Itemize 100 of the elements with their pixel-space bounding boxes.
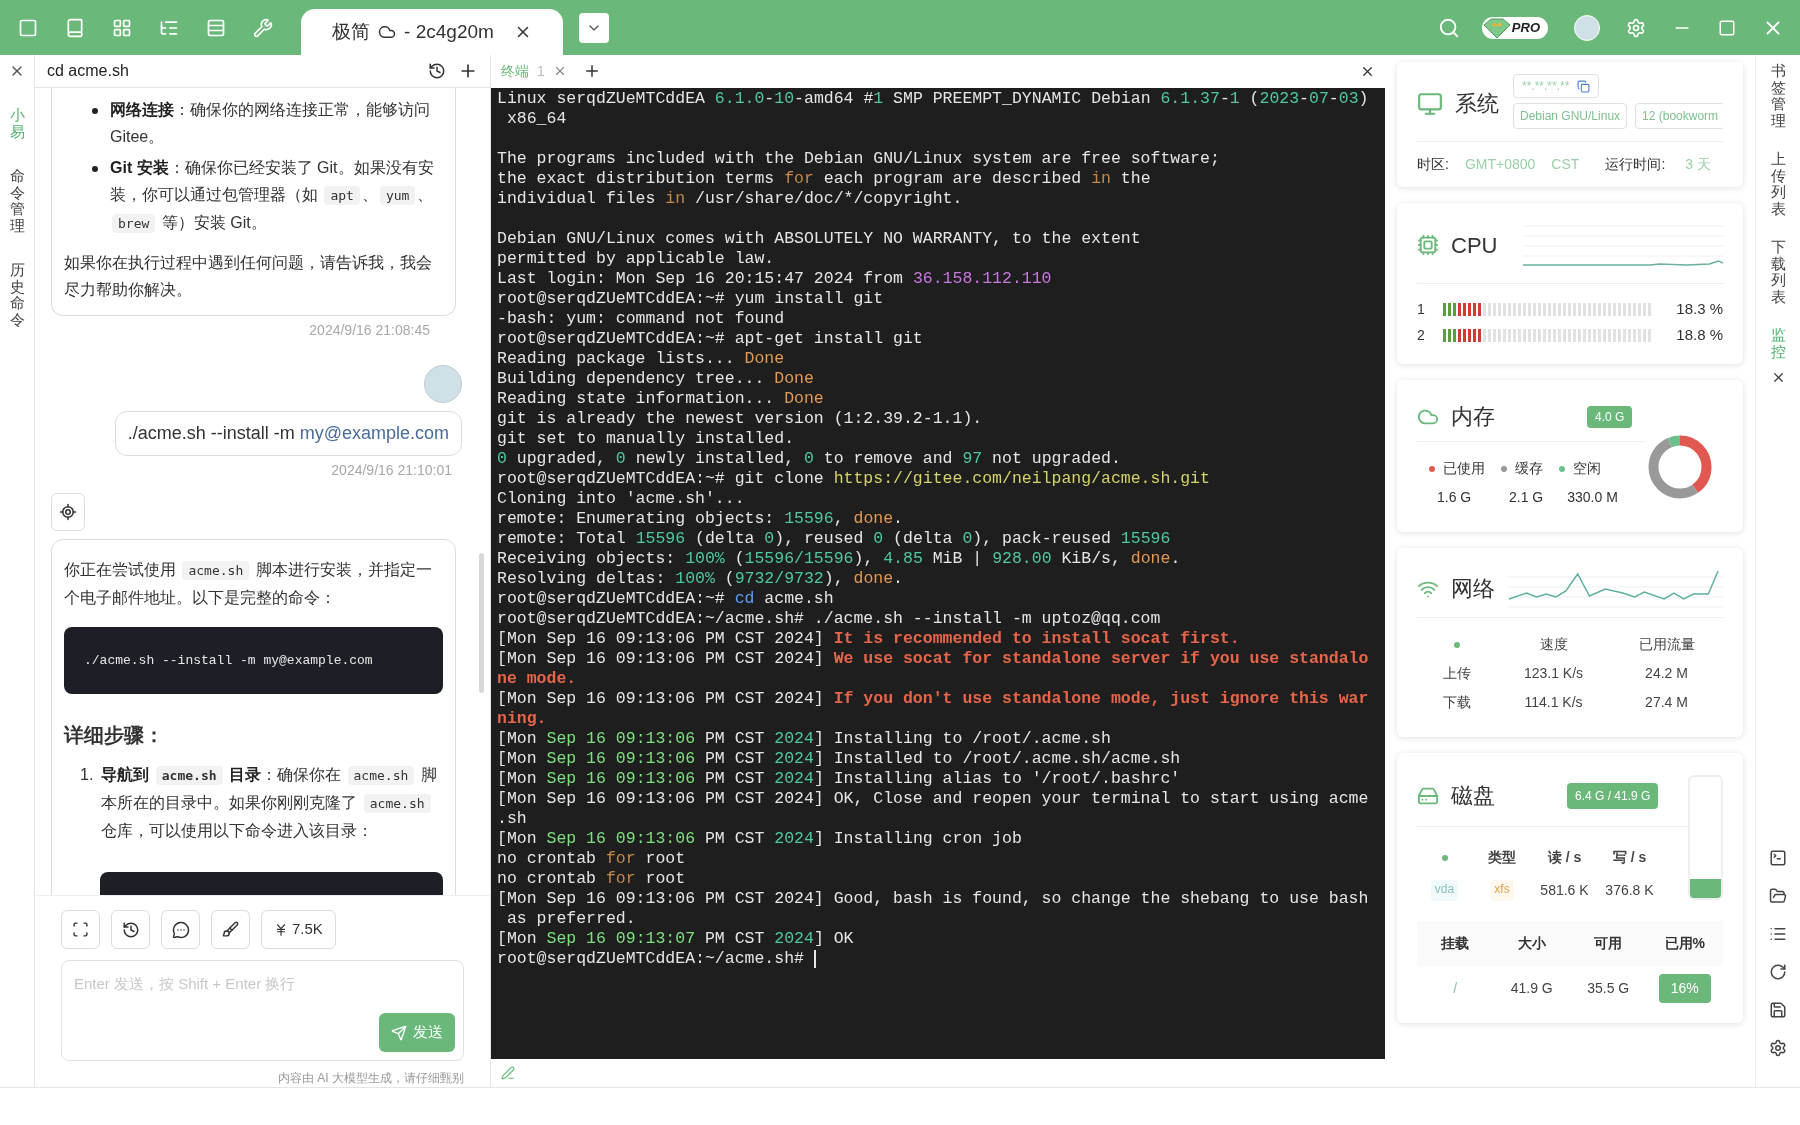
settings-icon[interactable] [1769, 1039, 1787, 1057]
pro-badge[interactable]: PRO [1481, 16, 1548, 39]
column-header: 速度 [1538, 635, 1569, 654]
chat-title: cd acme.sh [47, 61, 130, 81]
clear-button[interactable] [211, 910, 250, 949]
side-tab[interactable]: 书签管理 [1770, 63, 1786, 129]
side-tab[interactable]: 命令管理 [9, 168, 25, 234]
legend-value: 2.1 G [1508, 488, 1544, 507]
card-title: 内存 [1451, 403, 1495, 431]
terminal-line: .sh [497, 808, 527, 829]
column-header: 已用% [1646, 921, 1723, 966]
terminal-line: ne mode. [497, 668, 577, 689]
terminal-line: Building dependency tree... Done [497, 368, 814, 389]
terminal-line: [Mon Sep 16 09:13:06 PM CST 2024] It is recommended to install socat first. [497, 628, 1240, 649]
terminal-line: git set to manually installed. [497, 428, 795, 449]
bullet-text: 网络连接：确保你的网络连接正常，能够访问 Gitee。 [110, 100, 431, 147]
terminal-line: 0 upgraded, 0 newly installed, 0 to remove and 97 not upgraded. [497, 448, 1121, 469]
message-time: 2024/9/16 21:10:01 [331, 461, 452, 480]
timezone-label: 时区: [1417, 155, 1449, 174]
email-link[interactable]: my@example.com [299, 423, 449, 443]
token-button[interactable]: 7.5K [261, 910, 336, 949]
refresh-icon[interactable] [1769, 963, 1787, 981]
column-header: 写 / s [1611, 848, 1648, 867]
column-header: 可用 [1570, 921, 1647, 966]
send-icon [391, 1024, 407, 1041]
terminal-line: remote: Total 15596 (delta 0), reused 0 (delta 0), pack-reused 15596 [497, 528, 1171, 549]
terminal-line: Reading state information... Done [497, 388, 824, 409]
table-cell-text: 27.4 M [1644, 693, 1689, 712]
list-icon[interactable] [1769, 925, 1787, 943]
type-chip: xfs [1490, 880, 1514, 901]
scrollbar[interactable] [479, 553, 484, 693]
column-header: 类型 [1487, 848, 1517, 867]
terminal-line: root@serqdZUeMTCddEA:~# yum install git [497, 288, 884, 309]
step-number: 1. [80, 765, 94, 785]
terminal-line: root@serqdZUeMTCddEA:~/acme.sh# ./acme.sh --install -m uptoz@qq.com [497, 608, 1161, 629]
side-tab[interactable]: 下载列表 [1770, 239, 1786, 305]
yen-icon [274, 922, 288, 937]
terminal-line: no crontab for root [497, 848, 686, 869]
legend-label: 缓存 [1515, 459, 1543, 478]
mount-path: / [1452, 979, 1459, 998]
row-label: 下载 [1442, 693, 1472, 712]
history-button[interactable] [111, 910, 150, 949]
terminal-icon[interactable] [1769, 849, 1787, 867]
table-cell-text: 24.2 M [1644, 664, 1689, 683]
user-avatar [424, 365, 462, 403]
terminal-line: root@serqdZUeMTCddEA:~/acme.sh# [497, 948, 805, 969]
save-icon[interactable] [1769, 1001, 1787, 1019]
terminal-line: Linux serqdZUeMTCddEA 6.1.0-10-amd64 #1 SMP PREEMPT_DYNAMIC Debian 6.1.37-1 (2023-07-03) [497, 88, 1369, 109]
uptime-value: 3 天 [1685, 155, 1711, 174]
close-icon[interactable] [1360, 64, 1375, 79]
terminal-line: [Mon Sep 16 09:13:06 PM CST 2024] OK, Close and reopen your terminal to start using acme [497, 788, 1369, 809]
tab-host: - 2c4g20m [404, 19, 494, 44]
side-tab[interactable]: 历史命令 [9, 262, 25, 328]
chat-bubble-icon [171, 920, 190, 939]
terminal-line: Receiving objects: 100% (15596/15596), 4.85 MiB | 928.00 KiB/s, done. [497, 548, 1181, 569]
terminal-line: [Mon Sep 16 09:13:06 PM CST 2024] Installing to /root/.acme.sh [497, 728, 1111, 749]
terminal-line: [Mon Sep 16 09:13:06 PM CST 2024] We use socat for standalone server if you use standalo [497, 648, 1369, 669]
cpu-icon [1417, 234, 1439, 256]
terminal-screen[interactable] [491, 87, 1385, 1060]
terminal-line: Last login: Mon Sep 16 20:15:47 2024 from 36.158.112.110 [497, 268, 1052, 289]
column-header: 读 / s [1546, 848, 1583, 867]
cpu-reading: 18.3 % [1675, 298, 1723, 319]
terminal-line: -bash: yum: command not found [497, 308, 785, 329]
table-cell-text: 35.5 G [1586, 979, 1631, 998]
bullet-icon [92, 166, 98, 172]
legend-value: 330.0 M [1566, 488, 1618, 507]
card-title: 网络 [1451, 575, 1495, 603]
bullet-icon [92, 108, 98, 114]
side-tab[interactable]: 上传列表 [1770, 151, 1786, 217]
locate-button[interactable] [51, 493, 85, 531]
terminal-line: x86_64 [505, 108, 567, 129]
copy-icon[interactable] [1577, 79, 1591, 93]
table-cell-text: 581.6 K [1539, 881, 1590, 900]
legend-label: 已使用 [1443, 459, 1485, 478]
section-heading: 详细步骤： [64, 723, 165, 748]
message-time: 2024/9/16 21:08:45 [309, 321, 430, 340]
uptime-label: 运行时间: [1605, 155, 1666, 174]
card-title: 系统 [1455, 90, 1499, 118]
timezone-value: GMT+0800 [1464, 155, 1536, 174]
step-text: 导航到 acme.sh 目录：确保你在 acme.sh 脚本所在的目录中。如果你刚刚克隆了 acme.sh 仓库，可以使用以下命令进入该目录： [101, 765, 438, 841]
code-block: ./acme.sh --install -m my@example.com [64, 627, 443, 694]
cpu-reading: 18.8 % [1675, 324, 1723, 345]
terminal-line: root@serqdZUeMTCddEA:~# git clone https://gitee.com/neilpang/acme.sh.git [497, 468, 1210, 489]
scan-button[interactable] [61, 910, 100, 949]
history-icon[interactable] [428, 62, 446, 80]
history-icon [121, 920, 140, 939]
terminal-line: [Mon Sep 16 09:13:06 PM CST 2024] Installed to /root/.acme.sh/acme.sh [497, 748, 1181, 769]
terminal-line: Reading package lists... Done [497, 348, 785, 369]
cloud-icon [378, 23, 397, 41]
chat-button[interactable] [161, 910, 200, 949]
card-title: 磁盘 [1451, 782, 1495, 810]
terminal-line: individual files in /usr/share/doc/*/copyright. [497, 188, 963, 209]
column-header: 挂载 [1417, 921, 1494, 966]
device-name: vda [1430, 880, 1459, 901]
core-label: 1 [1417, 299, 1426, 319]
terminal-line: Resolving deltas: 100% (9732/9732), done. [497, 568, 903, 589]
session-tab[interactable]: 极简 - 2c4g20m [301, 9, 563, 55]
version-chip: 12 (bookworm [1635, 103, 1723, 129]
folder-icon[interactable] [1769, 887, 1787, 905]
terminal-line: The programs included with the Debian GNU/Linux system are free software; [497, 148, 1220, 169]
